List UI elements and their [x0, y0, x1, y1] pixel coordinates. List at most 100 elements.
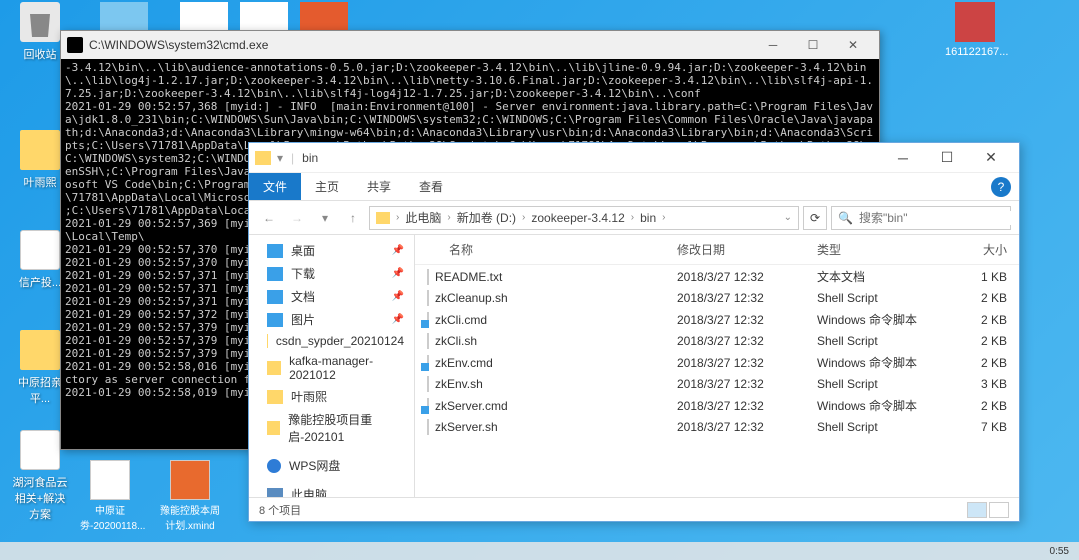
maximize-button[interactable]: ☐: [925, 143, 969, 173]
up-button[interactable]: ↑: [341, 206, 365, 230]
search-box[interactable]: 🔍: [831, 206, 1011, 230]
ribbon-file-tab[interactable]: 文件: [249, 173, 301, 200]
back-button[interactable]: ←: [257, 206, 281, 230]
file-type: Shell Script: [817, 334, 947, 348]
status-bar: 8 个项目: [249, 497, 1019, 521]
file-date: 2018/3/27 12:32: [677, 270, 817, 284]
desktop-icon-photo[interactable]: 161122167...: [945, 2, 1005, 58]
file-row[interactable]: zkCli.sh2018/3/27 12:32Shell Script2 KB: [415, 331, 1019, 351]
col-name[interactable]: 名称: [427, 241, 677, 258]
file-date: 2018/3/27 12:32: [677, 334, 817, 348]
file-date: 2018/3/27 12:32: [677, 377, 817, 391]
file-row[interactable]: zkCli.cmd2018/3/27 12:32Windows 命令脚本2 KB: [415, 308, 1019, 331]
ribbon-home-tab[interactable]: 主页: [301, 178, 353, 195]
desktop-icon-file[interactable]: 豫能控股本周计划.xmind: [160, 460, 220, 532]
minimize-button[interactable]: ─: [881, 143, 925, 173]
file-date: 2018/3/27 12:32: [677, 291, 817, 305]
file-list[interactable]: README.txt2018/3/27 12:32文本文档1 KBzkClean…: [415, 265, 1019, 497]
file-size: 1 KB: [947, 270, 1007, 284]
recycle-bin-icon: [20, 2, 60, 42]
crumb-dropdown[interactable]: ⌄: [784, 212, 792, 223]
explorer-titlebar[interactable]: ▾ | bin ─ ☐ ✕: [249, 143, 1019, 173]
icon-label: 湖河食品云相关+解决方案: [10, 474, 70, 522]
view-large-button[interactable]: [989, 502, 1009, 518]
photo-icon: [955, 2, 995, 42]
folder-icon: [267, 390, 283, 404]
file-icon: [427, 290, 429, 306]
search-icon: 🔍: [838, 211, 853, 225]
file-date: 2018/3/27 12:32: [677, 313, 817, 327]
forward-button[interactable]: →: [285, 206, 309, 230]
file-row[interactable]: zkServer.sh2018/3/27 12:32Shell Script7 …: [415, 417, 1019, 437]
file-size: 2 KB: [947, 399, 1007, 413]
file-name: README.txt: [435, 270, 502, 284]
explorer-window[interactable]: ▾ | bin ─ ☐ ✕ 文件 主页 共享 查看 ? ← → ▾ ↑ › 此电…: [248, 142, 1020, 522]
file-name: zkCleanup.sh: [435, 291, 508, 305]
file-size: 2 KB: [947, 334, 1007, 348]
minimize-button[interactable]: ─: [753, 31, 793, 59]
folder-icon: [20, 330, 60, 370]
sidebar-item-desktop[interactable]: 桌面📌: [249, 239, 414, 262]
search-input[interactable]: [859, 211, 1014, 225]
column-headers[interactable]: 名称 修改日期 类型 大小: [415, 235, 1019, 265]
file-icon: [427, 269, 429, 285]
status-text: 8 个项目: [259, 502, 301, 518]
sidebar-item-folder[interactable]: 叶雨煕: [249, 385, 414, 408]
cmd-title-text: C:\WINDOWS\system32\cmd.exe: [89, 38, 268, 52]
cmd-titlebar[interactable]: C:\WINDOWS\system32\cmd.exe ─ ☐ ✕: [61, 31, 879, 59]
sidebar-item-folder[interactable]: 豫能控股项目重启-202101: [249, 408, 414, 448]
crumb[interactable]: bin: [640, 211, 656, 225]
file-icon: [427, 376, 429, 392]
file-row[interactable]: zkCleanup.sh2018/3/27 12:32Shell Script2…: [415, 288, 1019, 308]
help-button[interactable]: ?: [991, 177, 1011, 197]
file-type: Shell Script: [817, 377, 947, 391]
file-row[interactable]: zkEnv.cmd2018/3/27 12:32Windows 命令脚本2 KB: [415, 351, 1019, 374]
maximize-button[interactable]: ☐: [793, 31, 833, 59]
breadcrumb[interactable]: › 此电脑 › 新加卷 (D:) › zookeeper-3.4.12 › bi…: [369, 206, 799, 230]
file-size: 7 KB: [947, 420, 1007, 434]
sidebar-item-folder[interactable]: kafka-manager-2021012: [249, 351, 414, 385]
file-size: 2 KB: [947, 356, 1007, 370]
sidebar-item-thispc[interactable]: 此电脑: [249, 483, 414, 497]
crumb[interactable]: 此电脑: [405, 209, 441, 226]
ribbon-view-tab[interactable]: 查看: [405, 178, 457, 195]
folder-icon: [267, 421, 280, 435]
view-details-button[interactable]: [967, 502, 987, 518]
close-button[interactable]: ✕: [969, 143, 1013, 173]
file-icon: [427, 419, 429, 435]
col-type[interactable]: 类型: [817, 241, 947, 258]
col-size[interactable]: 大小: [947, 241, 1007, 258]
file-row[interactable]: zkEnv.sh2018/3/27 12:32Shell Script3 KB: [415, 374, 1019, 394]
file-type: 文本文档: [817, 268, 947, 285]
file-row[interactable]: zkServer.cmd2018/3/27 12:32Windows 命令脚本2…: [415, 394, 1019, 417]
sidebar-item-folder[interactable]: csdn_sypder_20210124: [249, 331, 414, 351]
crumb[interactable]: zookeeper-3.4.12: [531, 211, 624, 225]
file-icon: [427, 333, 429, 349]
file-row[interactable]: README.txt 2018/3/27 12:32文本文档1 KB: [415, 265, 1019, 288]
desktop-icon-file[interactable]: 中原证劵-20200118...: [80, 460, 140, 532]
clock[interactable]: 0:55: [1050, 546, 1069, 557]
navigation-pane[interactable]: 桌面📌 下载📌 文档📌 图片📌 csdn_sypder_20210124 kaf…: [249, 235, 415, 497]
col-date[interactable]: 修改日期: [677, 241, 817, 258]
docs-icon: [267, 290, 283, 304]
sidebar-item-documents[interactable]: 文档📌: [249, 285, 414, 308]
file-type: Shell Script: [817, 291, 947, 305]
ribbon-share-tab[interactable]: 共享: [353, 178, 405, 195]
file-type: Windows 命令脚本: [817, 354, 947, 371]
download-icon: [267, 267, 283, 281]
quick-access-toolbar[interactable]: ▾: [277, 151, 283, 165]
ribbon: 文件 主页 共享 查看 ?: [249, 173, 1019, 201]
file-date: 2018/3/27 12:32: [677, 420, 817, 434]
folder-icon: [20, 130, 60, 170]
file-name: zkServer.cmd: [435, 399, 508, 413]
recent-button[interactable]: ▾: [313, 206, 337, 230]
close-button[interactable]: ✕: [833, 31, 873, 59]
file-date: 2018/3/27 12:32: [677, 399, 817, 413]
sidebar-item-wps[interactable]: WPS网盘: [249, 454, 414, 477]
crumb[interactable]: 新加卷 (D:): [457, 209, 516, 226]
sidebar-item-pictures[interactable]: 图片📌: [249, 308, 414, 331]
wps-icon: [267, 459, 281, 473]
refresh-button[interactable]: ⟳: [803, 206, 827, 230]
taskbar[interactable]: 0:55: [0, 542, 1079, 560]
sidebar-item-downloads[interactable]: 下载📌: [249, 262, 414, 285]
